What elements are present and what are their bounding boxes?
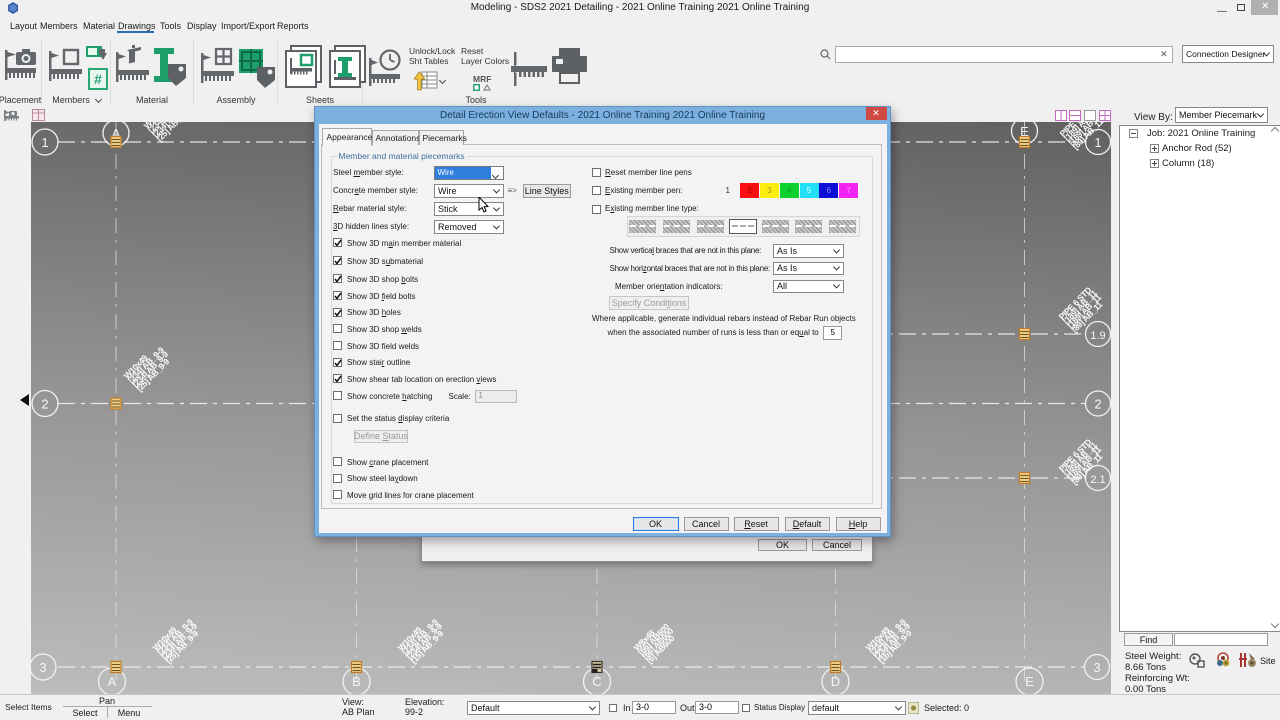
svg-text:2: 2 [1094, 397, 1101, 412]
svg-text:1.9: 1.9 [1090, 330, 1105, 342]
svg-text:A: A [108, 674, 117, 689]
svg-text:1: 1 [41, 135, 48, 150]
svg-text:E: E [1025, 674, 1034, 689]
svg-text:3: 3 [1093, 660, 1100, 675]
svg-text:3: 3 [39, 660, 46, 675]
svg-text:B: B [352, 674, 361, 689]
svg-text:#: # [94, 71, 102, 87]
svg-text:D: D [831, 674, 840, 689]
svg-text:C: C [592, 674, 601, 689]
svg-text:2: 2 [41, 397, 48, 412]
svg-text:1: 1 [1094, 135, 1101, 150]
svg-text:2.1: 2.1 [1090, 474, 1105, 486]
